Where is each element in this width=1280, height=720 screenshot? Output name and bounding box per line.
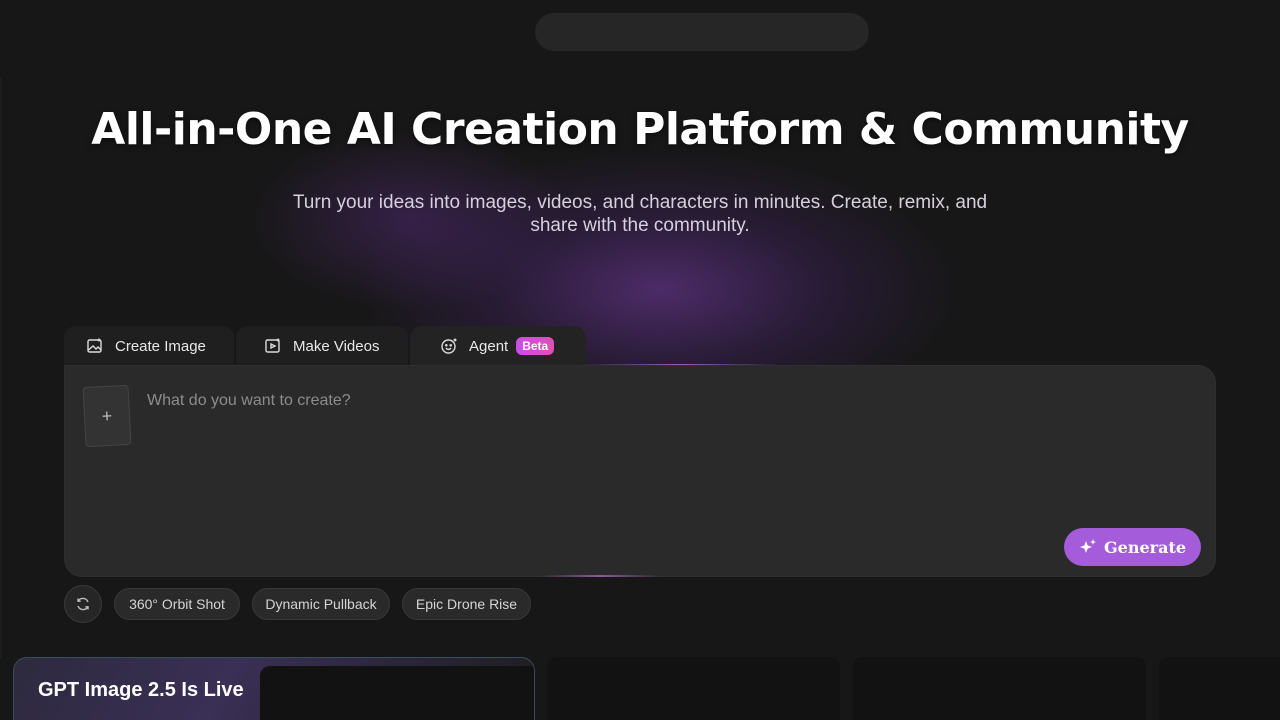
refresh-icon — [77, 597, 89, 611]
tab-make-videos-label: Make Videos — [293, 337, 380, 355]
tab-create-image[interactable]: Create Image — [64, 326, 234, 366]
chip-epic-drone-rise[interactable]: Epic Drone Rise — [402, 588, 531, 620]
tab-agent-label: Agent — [469, 337, 509, 355]
composer-glow-line — [540, 575, 660, 577]
beta-badge: Beta — [516, 337, 555, 355]
tab-make-videos[interactable]: Make Videos — [236, 326, 408, 366]
gallery-thumbnail[interactable] — [853, 657, 1146, 720]
tab-agent[interactable]: Agent Beta — [410, 326, 586, 366]
sparkle-icon — [1079, 539, 1096, 553]
page-title: All-in-One AI Creation Platform & Commun… — [91, 104, 1189, 155]
promo-card[interactable]: GPT Image 2.5 Is Live — [13, 657, 535, 720]
tab-create-image-label: Create Image — [115, 337, 206, 355]
gallery-thumbnail[interactable] — [547, 657, 840, 720]
promo-preview — [260, 666, 534, 720]
agent-icon — [440, 337, 458, 355]
chip-dynamic-pullback[interactable]: Dynamic Pullback — [252, 588, 390, 620]
page-subtitle: Turn your ideas into images, videos, and… — [292, 192, 988, 236]
left-edge-divider — [0, 78, 2, 658]
generate-button[interactable]: Generate — [1064, 528, 1201, 566]
plus-icon: + — [101, 405, 113, 426]
image-icon — [86, 337, 104, 355]
prompt-input[interactable] — [147, 388, 1187, 414]
chip-orbit-shot[interactable]: 360° Orbit Shot — [114, 588, 240, 620]
generate-button-label: Generate — [1103, 537, 1187, 557]
video-icon — [264, 337, 282, 355]
prompt-composer: + Generate — [64, 365, 1216, 577]
top-nav-pill[interactable] — [535, 13, 869, 51]
refresh-suggestions-button[interactable] — [64, 585, 102, 623]
promo-title: GPT Image 2.5 Is Live — [38, 679, 244, 701]
upload-reference-button[interactable]: + — [82, 384, 132, 448]
gallery-thumbnail[interactable] — [1159, 657, 1280, 720]
